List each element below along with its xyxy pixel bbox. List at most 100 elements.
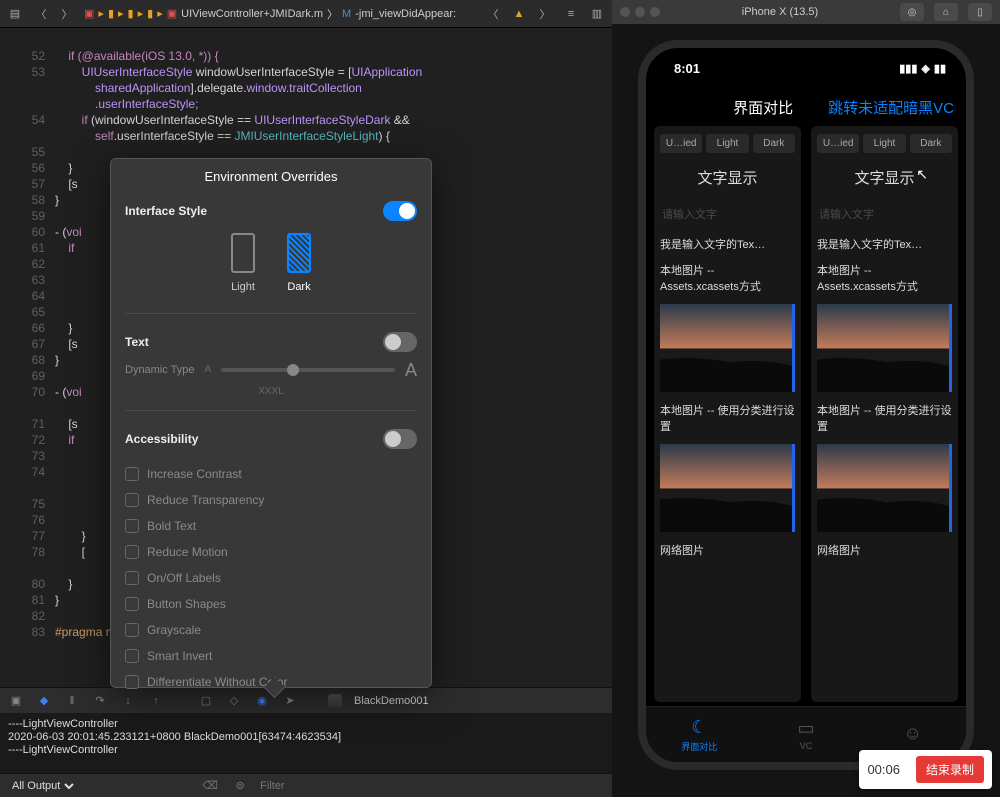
status-indicators: ▮▮▮ ◈ ▮▮ <box>899 62 946 75</box>
forward-icon[interactable]: 〉 <box>58 5 76 23</box>
warning-icon[interactable]: ▲ <box>510 5 528 23</box>
dark-option[interactable]: Dark <box>287 233 311 295</box>
right-image-2 <box>817 444 952 532</box>
warning-back-icon[interactable]: 〈 <box>484 5 502 23</box>
popover-title: Environment Overrides <box>125 169 417 185</box>
right-img1-caption: 本地图片 -- Assets.xcassets方式 <box>817 262 952 294</box>
right-section-title: 文字显示 <box>817 167 952 188</box>
console[interactable]: ----LightViewController 2020-06-03 20:01… <box>0 713 612 773</box>
left-section-title: 文字显示 <box>660 167 795 188</box>
signal-icon: ▮▮▮ <box>899 62 917 75</box>
right-preview: U…ied Light Dark 文字显示 请输入文字 我是输入文字的Tex… … <box>811 126 958 702</box>
filter-input[interactable] <box>260 780 604 792</box>
simulator-title-bar: iPhone X (13.5) ◎ ⌂ ▯ <box>612 0 1000 24</box>
increase-contrast-option[interactable]: Increase Contrast <box>125 461 417 487</box>
left-segment[interactable]: U…ied Light Dark <box>660 134 795 153</box>
home-icon[interactable]: ⌂ <box>934 3 958 21</box>
text-toggle[interactable] <box>383 332 417 352</box>
folder-icon: ▸ <box>98 7 104 20</box>
warning-fwd-icon[interactable]: 〉 <box>536 5 554 23</box>
moon-icon: ☾ <box>691 717 707 738</box>
light-phone-icon <box>231 233 255 273</box>
person-icon: ☺ <box>903 723 921 744</box>
grayscale-option[interactable]: Grayscale <box>125 617 417 643</box>
accessibility-options: Increase Contrast Reduce Transparency Bo… <box>125 461 417 695</box>
xxxl-label: XXXL <box>125 384 417 400</box>
clipboard-icon[interactable]: ▯ <box>968 3 992 21</box>
minimap-icon[interactable]: ≡ <box>562 5 580 23</box>
console-filter-bar: All Output ⌫ ⊜ <box>0 773 612 797</box>
left-text-label: 我是输入文字的Tex… <box>660 236 795 252</box>
accessibility-toggle[interactable] <box>383 429 417 449</box>
output-filter-select[interactable]: All Output <box>8 779 77 793</box>
left-preview: U…ied Light Dark 文字显示 请输入文字 我是输入文字的Tex… … <box>654 126 801 702</box>
related-items-icon[interactable]: ▤ <box>6 5 24 23</box>
simulator-title: iPhone X (13.5) <box>666 6 894 18</box>
trash-icon[interactable]: ⌫ <box>200 779 220 792</box>
back-icon[interactable]: 〈 <box>32 5 50 23</box>
tab-compare[interactable]: ☾ 界面对比 <box>646 707 753 762</box>
onoff-labels-option[interactable]: On/Off Labels <box>125 565 417 591</box>
recording-time: 00:06 <box>867 762 900 777</box>
left-placeholder[interactable]: 请输入文字 <box>660 202 795 226</box>
right-img2-caption: 本地图片 -- 使用分类进行设置 <box>817 402 952 434</box>
accessibility-label: Accessibility <box>125 431 198 447</box>
mouse-cursor-icon: ↖ <box>916 166 928 183</box>
breakpoint-icon[interactable]: ◆ <box>36 693 52 709</box>
code-editor[interactable]: 5253545556575859606162636465666768697071… <box>0 28 612 687</box>
status-time: 8:01 <box>674 61 700 76</box>
diff-without-color-option[interactable]: Differentiate Without Color <box>125 669 417 695</box>
notch <box>731 48 881 70</box>
battery-icon: ▮▮ <box>934 62 946 75</box>
wifi-icon: ◈ <box>921 62 929 75</box>
right-img3-caption: 网络图片 <box>817 542 952 558</box>
process-name[interactable]: BlackDemo001 <box>354 695 429 707</box>
bold-text-option[interactable]: Bold Text <box>125 513 417 539</box>
dynamic-type-slider[interactable] <box>221 368 395 372</box>
debug-panel-icon[interactable]: ▣ <box>8 693 24 709</box>
breadcrumb-file[interactable]: UIViewController+JMIDark.m <box>181 8 323 20</box>
screenshot-icon[interactable]: ◎ <box>900 3 924 21</box>
process-icon <box>328 694 342 708</box>
breadcrumb[interactable]: ▣ ▸ ▮▸ ▮▸ ▮▸ ▣ UIViewController+JMIDark.… <box>84 6 456 22</box>
light-option[interactable]: Light <box>231 233 255 295</box>
breadcrumb-method[interactable]: -jmi_viewDidAppear: <box>355 8 456 20</box>
left-img1-caption: 本地图片 -- Assets.xcassets方式 <box>660 262 795 294</box>
reduce-transparency-option[interactable]: Reduce Transparency <box>125 487 417 513</box>
tab-vc[interactable]: ▭ VC <box>753 707 860 762</box>
right-image-1 <box>817 304 952 392</box>
filter-icon: ⊜ <box>230 779 250 792</box>
right-text-label: 我是输入文字的Tex… <box>817 236 952 252</box>
split-icon[interactable]: ▥ <box>588 5 606 23</box>
traffic-lights[interactable] <box>620 7 660 17</box>
environment-overrides-popover: Environment Overrides Interface Style Li… <box>110 158 432 688</box>
folder-tab-icon: ▭ <box>798 718 815 739</box>
recording-bar: 00:06 结束录制 <box>859 750 992 789</box>
right-placeholder[interactable]: 请输入文字 <box>817 202 952 226</box>
left-image-1 <box>660 304 795 392</box>
reduce-motion-option[interactable]: Reduce Motion <box>125 539 417 565</box>
left-image-2 <box>660 444 795 532</box>
button-shapes-option[interactable]: Button Shapes <box>125 591 417 617</box>
smart-invert-option[interactable]: Smart Invert <box>125 643 417 669</box>
method-icon: M <box>342 8 351 20</box>
xcode-top-toolbar: ▤ 〈 〉 ▣ ▸ ▮▸ ▮▸ ▮▸ ▣ UIViewController+JM… <box>0 0 612 28</box>
right-segment[interactable]: U…ied Light Dark <box>817 134 952 153</box>
file-icon: ▣ <box>84 7 94 20</box>
appearance-picker[interactable]: Light Dark <box>125 233 417 295</box>
interface-style-label: Interface Style <box>125 203 207 219</box>
nav-title: 界面对比 <box>733 97 793 118</box>
stop-recording-button[interactable]: 结束录制 <box>916 756 984 783</box>
text-label: Text <box>125 334 149 350</box>
dark-phone-icon <box>287 233 311 273</box>
dynamic-type-label: Dynamic Type <box>125 362 195 378</box>
interface-style-toggle[interactable] <box>383 201 417 221</box>
nav-bar: 界面对比 跳转未适配暗黑VC <box>646 88 966 126</box>
left-img2-caption: 本地图片 -- 使用分类进行设置 <box>660 402 795 434</box>
gutter: 5253545556575859606162636465666768697071… <box>0 28 55 687</box>
left-img3-caption: 网络图片 <box>660 542 795 558</box>
step-over-icon[interactable]: ↷ <box>92 693 108 709</box>
nav-right-link[interactable]: 跳转未适配暗黑VC <box>828 97 954 118</box>
device-frame: 8:01 ▮▮▮ ◈ ▮▮ 界面对比 跳转未适配暗黑VC ↖ U…ied Lig… <box>638 40 974 770</box>
pause-icon[interactable]: ‖ <box>64 693 80 709</box>
